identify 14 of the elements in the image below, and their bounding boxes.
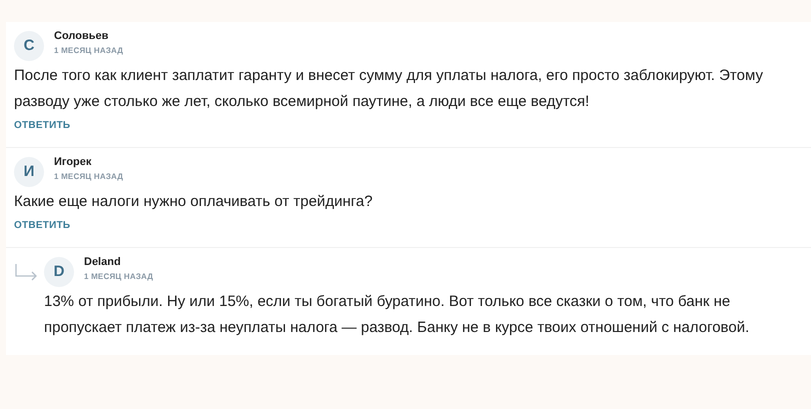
reply-link[interactable]: ОТВЕТИТЬ (14, 219, 70, 233)
comment-text: После того как клиент заплатит гаранту и внесет сумму для уплаты налога, его просто заблокируют. Этому разводу уже столько же лет, сколько всемирной паутине, а люди все еще ведутся! (14, 66, 764, 112)
comment-time: 1 МЕСЯЦ НАЗАД (84, 271, 154, 283)
author-name: Соловьев (54, 29, 110, 44)
comment-text: Какие еще налоги нужно оплачивать от трейдинга? (14, 192, 374, 212)
avatar: И (14, 157, 44, 187)
author-name: Deland (84, 255, 122, 270)
comment-text: 13% от прибыли. Ну или 15%, если ты богатый буратино. Вот только все сказки о том, что банк не пропускает платеж из-за неуплаты налога — развод. Банку не в курсе твоих отношений с налоговой. (44, 292, 750, 338)
comment-time: 1 МЕСЯЦ НАЗАД (54, 45, 124, 57)
author-name: Игорек (54, 155, 92, 170)
avatar: D (44, 257, 74, 287)
avatar: С (14, 31, 44, 61)
reply-link[interactable]: ОТВЕТИТЬ (14, 119, 70, 133)
comment-time: 1 МЕСЯЦ НАЗАД (54, 171, 124, 183)
